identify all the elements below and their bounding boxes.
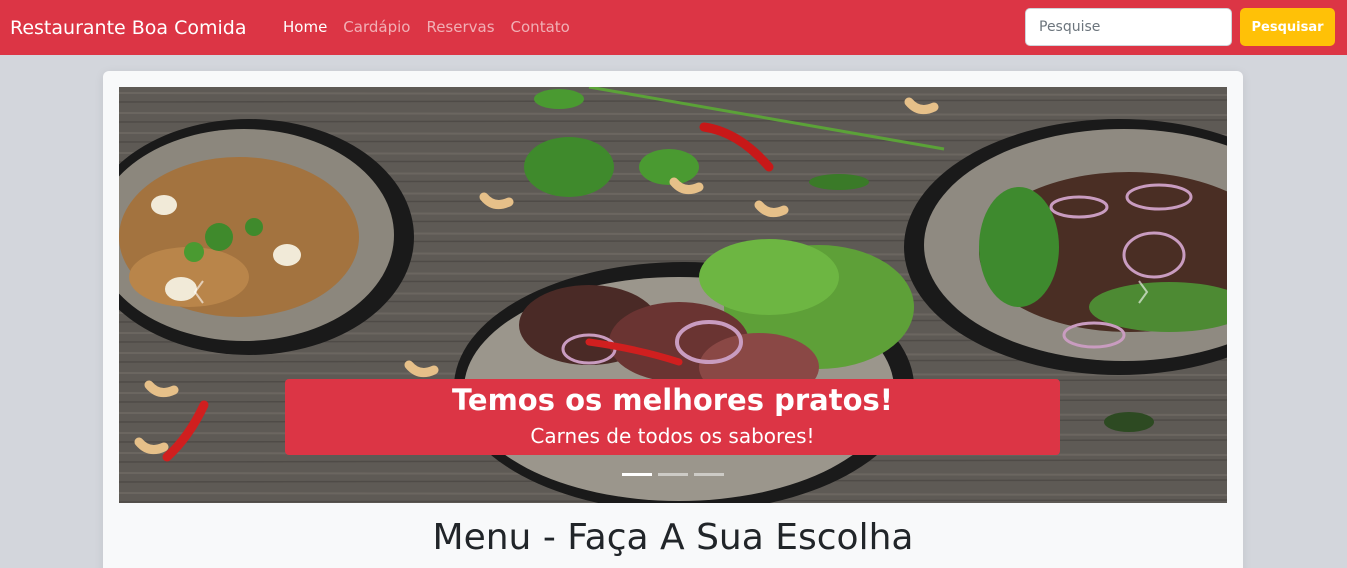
- nav-link-reservas[interactable]: Reservas: [426, 17, 494, 37]
- search-button[interactable]: Pesquisar: [1240, 8, 1335, 46]
- hero-carousel[interactable]: Temos os melhores pratos! Carnes de todo…: [119, 87, 1227, 503]
- menu-heading: Menu - Faça A Sua Escolha: [432, 517, 914, 558]
- carousel-prev-control[interactable]: [189, 277, 209, 307]
- carousel-indicator-1[interactable]: [622, 473, 652, 476]
- nav-links: Home Cardápio Reservas Contato: [283, 17, 586, 37]
- brand-logo-text[interactable]: Restaurante Boa Comida: [10, 15, 246, 41]
- caption-title: Temos os melhores pratos!: [451, 383, 893, 417]
- carousel-indicators: [622, 473, 724, 476]
- chevron-right-icon: [1138, 280, 1149, 304]
- carousel-next-control[interactable]: [1133, 277, 1153, 307]
- carousel-indicator-2[interactable]: [658, 473, 688, 476]
- caption-text: Carnes de todos os sabores!: [530, 424, 815, 448]
- search-input[interactable]: [1025, 8, 1232, 46]
- chevron-left-icon: [193, 280, 204, 304]
- navbar: Restaurante Boa Comida Home Cardápio Res…: [0, 0, 1347, 55]
- nav-link-contato[interactable]: Contato: [511, 17, 570, 37]
- carousel-indicator-3[interactable]: [694, 473, 724, 476]
- nav-link-cardapio[interactable]: Cardápio: [343, 17, 410, 37]
- carousel-caption: Temos os melhores pratos! Carnes de todo…: [285, 379, 1060, 455]
- nav-link-home[interactable]: Home: [283, 17, 327, 37]
